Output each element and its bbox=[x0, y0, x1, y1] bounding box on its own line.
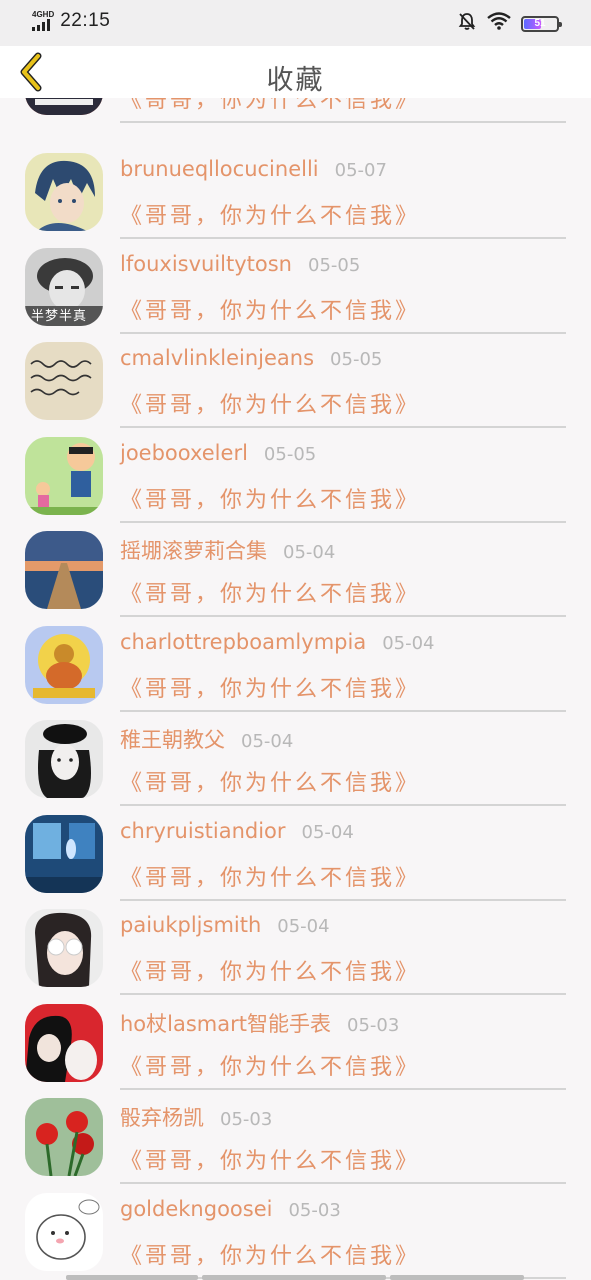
name-line: lfouxisvuiltytosn 05-05 bbox=[120, 252, 360, 276]
favorite-title[interactable]: 《哥哥，你为什么不信我》 bbox=[120, 671, 420, 703]
favorite-title[interactable]: 《哥哥，你为什么不信我》 bbox=[120, 765, 420, 797]
favorite-item[interactable]: 骰弃杨凯 05-03 《哥哥，你为什么不信我》 bbox=[0, 1098, 591, 1192]
name-line: cmalvlinkleinjeans 05-05 bbox=[120, 346, 382, 370]
name-line: 摇堋滚萝莉合集 05-04 bbox=[120, 535, 335, 565]
favorite-title[interactable]: 《哥哥，你为什么不信我》 bbox=[120, 1049, 420, 1081]
divider bbox=[120, 521, 566, 523]
favorite-title[interactable]: 《哥哥，你为什么不信我》 bbox=[120, 387, 420, 419]
pier-sunset-avatar[interactable] bbox=[25, 531, 103, 609]
clock: 22:15 bbox=[60, 10, 111, 31]
post-date: 05-04 bbox=[277, 916, 330, 937]
avatar-caption: 半梦半真 bbox=[31, 309, 88, 324]
red-anime-avatar[interactable] bbox=[25, 1004, 103, 1082]
username[interactable]: brunueqllocucinelli bbox=[120, 157, 319, 181]
favorite-item[interactable]: charlottrepboamlympia 05-04 《哥哥，你为什么不信我》 bbox=[0, 626, 591, 720]
status-bar: 4GHD 22:15 51 bbox=[0, 0, 591, 46]
status-right: 51 bbox=[457, 11, 562, 36]
wifi-icon bbox=[487, 12, 511, 35]
post-date: 05-05 bbox=[263, 444, 317, 465]
favorite-title[interactable]: 《哥哥，你为什么不信我》 bbox=[120, 482, 420, 514]
post-date: 05-03 bbox=[288, 1200, 341, 1221]
name-line: 稚王朝教父 05-04 bbox=[120, 724, 293, 754]
page-title: 收藏 bbox=[266, 65, 325, 96]
post-date: 05-04 bbox=[241, 731, 294, 752]
favorite-title[interactable]: 《哥哥，你为什么不信我》 bbox=[120, 293, 420, 325]
grayscale-boy-avatar[interactable]: 半梦半真 bbox=[25, 248, 103, 326]
favorite-item[interactable]: goldekngoosei 05-03 《哥哥，你为什么不信我》 bbox=[0, 1193, 591, 1280]
favorites-list[interactable]: 《哥哥，你为什么不信我》 brunueqllocucinelli 05-07 《哥哥，… bbox=[0, 0, 591, 1280]
favorite-item[interactable]: brunueqllocucinelli 05-07 《哥哥，你为什么不信我》 bbox=[0, 153, 591, 247]
favorite-title[interactable]: 《哥哥，你为什么不信我》 bbox=[120, 576, 420, 608]
handwriting-note-avatar[interactable] bbox=[25, 342, 103, 420]
username[interactable]: joebooxelerl bbox=[120, 441, 248, 465]
battery-level: 51 bbox=[534, 18, 546, 29]
divider bbox=[120, 804, 566, 806]
username[interactable]: chryruistiandior bbox=[120, 819, 286, 843]
favorite-item[interactable]: cmalvlinkleinjeans 05-05 《哥哥，你为什么不信我》 bbox=[0, 342, 591, 436]
username[interactable]: 骰弃杨凯 bbox=[120, 1102, 204, 1132]
blue-room-avatar[interactable] bbox=[25, 815, 103, 893]
cartoon-bear-avatar[interactable] bbox=[25, 1193, 103, 1271]
divider bbox=[120, 710, 566, 712]
network-type: 4GHD bbox=[32, 10, 55, 19]
username[interactable]: goldekngoosei bbox=[120, 1197, 272, 1221]
favorite-item[interactable]: paiukpljsmith 05-04 《哥哥，你为什么不信我》 bbox=[0, 909, 591, 1003]
favorite-title[interactable]: 《哥哥，你为什么不信我》 bbox=[120, 860, 420, 892]
app-header: 收藏 bbox=[0, 46, 591, 98]
status-left: 4GHD 22:15 bbox=[32, 10, 110, 32]
divider bbox=[120, 121, 566, 123]
username[interactable]: paiukpljsmith bbox=[120, 913, 261, 937]
username[interactable]: 摇堋滚萝莉合集 bbox=[120, 535, 267, 565]
favorite-item[interactable]: 稚王朝教父 05-04 《哥哥，你为什么不信我》 bbox=[0, 720, 591, 814]
mute-bell-icon bbox=[457, 11, 477, 36]
battery-icon: 51 bbox=[521, 15, 562, 32]
favorite-title[interactable]: 《哥哥，你为什么不信我》 bbox=[120, 954, 420, 986]
username[interactable]: ho杖lasmart智能手表 bbox=[120, 1008, 331, 1038]
favorite-item[interactable]: 半梦半真 lfouxisvuiltytosn 05-05 《哥哥，你为什么不信我》 bbox=[0, 248, 591, 342]
girl-sunglasses-avatar[interactable] bbox=[25, 909, 103, 987]
post-date: 05-04 bbox=[283, 542, 336, 563]
divider bbox=[120, 899, 566, 901]
favorite-item[interactable]: 摇堋滚萝莉合集 05-04 《哥哥，你为什么不信我》 bbox=[0, 531, 591, 625]
username[interactable]: lfouxisvuiltytosn bbox=[120, 252, 292, 276]
divider bbox=[120, 1088, 566, 1090]
name-line: chryruistiandior 05-04 bbox=[120, 819, 354, 843]
post-date: 05-07 bbox=[334, 160, 387, 181]
signal-icon: 4GHD bbox=[32, 11, 54, 31]
username[interactable]: cmalvlinkleinjeans bbox=[120, 346, 314, 370]
post-date: 05-05 bbox=[330, 349, 383, 370]
name-line: joebooxelerl 05-05 bbox=[120, 441, 316, 465]
cartoon-family-avatar[interactable] bbox=[25, 437, 103, 515]
divider bbox=[120, 1182, 566, 1184]
favorite-item[interactable]: joebooxelerl 05-05 《哥哥，你为什么不信我》 bbox=[0, 437, 591, 531]
scroll-indicator bbox=[66, 1275, 524, 1280]
divider bbox=[120, 426, 566, 428]
favorite-item[interactable]: ho杖lasmart智能手表 05-03 《哥哥，你为什么不信我》 bbox=[0, 1004, 591, 1098]
name-line: brunueqllocucinelli 05-07 bbox=[120, 157, 387, 181]
name-line: charlottrepboamlympia 05-04 bbox=[120, 630, 435, 654]
anime-boy-avatar[interactable] bbox=[25, 153, 103, 231]
post-date: 05-05 bbox=[308, 255, 361, 276]
favorite-title[interactable]: 《哥哥，你为什么不信我》 bbox=[120, 1143, 420, 1175]
username[interactable]: charlottrepboamlympia bbox=[120, 630, 366, 654]
post-date: 05-04 bbox=[382, 633, 435, 654]
buddha-avatar[interactable] bbox=[25, 626, 103, 704]
red-roses-avatar[interactable] bbox=[25, 1098, 103, 1176]
name-line: goldekngoosei 05-03 bbox=[120, 1197, 341, 1221]
divider bbox=[120, 993, 566, 995]
girl-cap-bw-avatar[interactable] bbox=[25, 720, 103, 798]
favorite-item[interactable]: chryruistiandior 05-04 《哥哥，你为什么不信我》 bbox=[0, 815, 591, 909]
post-date: 05-03 bbox=[347, 1015, 400, 1036]
name-line: paiukpljsmith 05-04 bbox=[120, 913, 330, 937]
favorite-title[interactable]: 《哥哥，你为什么不信我》 bbox=[120, 198, 420, 230]
username[interactable]: 稚王朝教父 bbox=[120, 724, 225, 754]
name-line: ho杖lasmart智能手表 05-03 bbox=[120, 1008, 399, 1038]
divider bbox=[120, 237, 566, 239]
divider bbox=[120, 332, 566, 334]
post-date: 05-03 bbox=[220, 1109, 273, 1130]
favorite-title[interactable]: 《哥哥，你为什么不信我》 bbox=[120, 1238, 420, 1270]
divider bbox=[120, 615, 566, 617]
post-date: 05-04 bbox=[301, 822, 354, 843]
name-line: 骰弃杨凯 05-03 bbox=[120, 1102, 272, 1132]
